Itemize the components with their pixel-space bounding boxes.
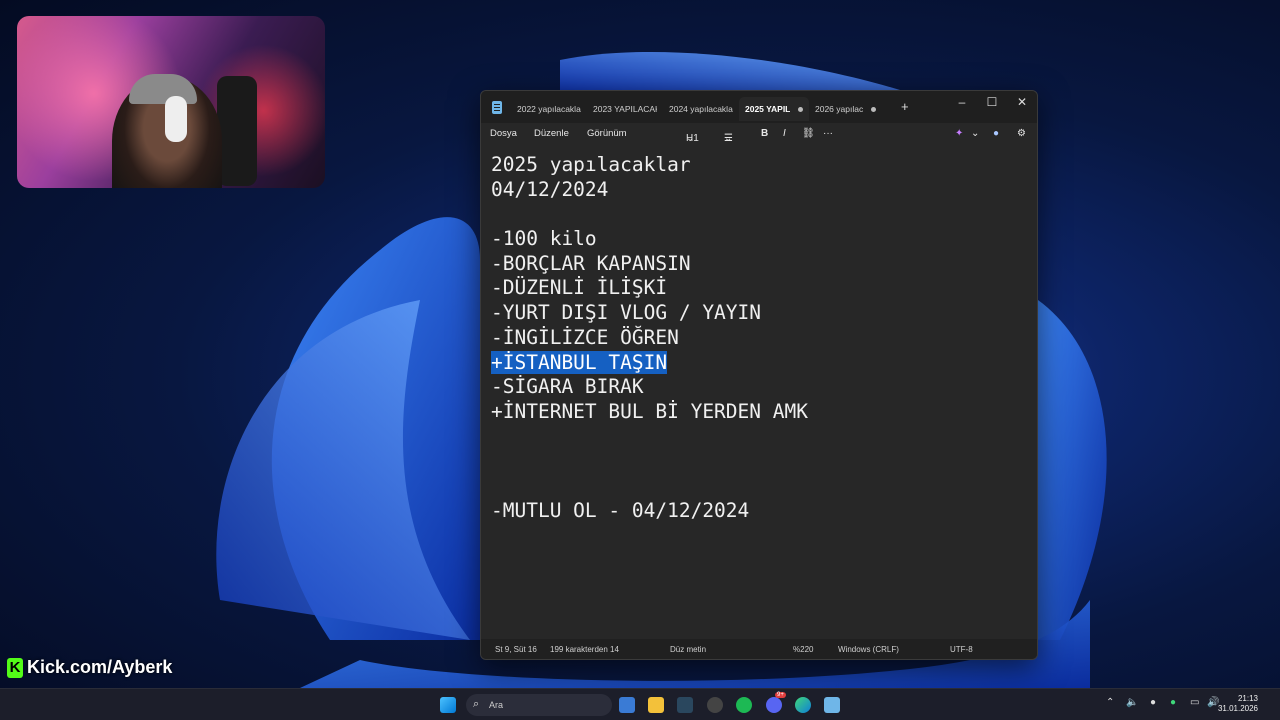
selected-text-line: +İSTANBUL TAŞIN (491, 350, 1029, 376)
text-line: -İNGİLİZCE ÖĞREN (491, 325, 679, 349)
search-placeholder: Ara (489, 700, 504, 710)
clock[interactable]: 21:13 31.01.2026 (1218, 694, 1258, 714)
discord-tray-icon[interactable]: ● (1150, 697, 1156, 708)
format-indicator[interactable]: Düz metin (670, 645, 706, 654)
network-icon[interactable]: ▭ (1190, 697, 1199, 708)
status-bar: St 9, Süt 16 199 karakterden 14 Düz meti… (481, 639, 1037, 659)
text-line (491, 202, 1029, 227)
text-editor[interactable]: 2025 yapılacaklar 04/12/2024 -100 kilo -… (481, 145, 1037, 633)
copilot-icon[interactable]: ✦ (955, 128, 963, 139)
menu-file[interactable]: Dosya (490, 128, 517, 139)
tab-label: 2025 YAPILA (745, 104, 790, 114)
new-tab-button[interactable]: + (901, 99, 909, 114)
chevron-down-icon: ⌄ (686, 133, 695, 144)
tab-label: 2022 yapılacaklar.t (517, 104, 581, 114)
file-explorer-icon[interactable] (648, 697, 664, 713)
discord-badge: 9+ (775, 692, 786, 698)
tab-label: 2024 yapılacaklar.t (669, 104, 733, 114)
kick-channel-text: Kick.com/Ayberk (27, 657, 173, 677)
text-line: -BORÇLAR KAPANSIN (491, 251, 691, 275)
notepad-taskbar-icon[interactable] (824, 697, 840, 713)
text-line: 2025 yapılacaklar (491, 153, 691, 176)
taskbar-search[interactable]: ⌕ Ara (466, 694, 612, 716)
text-line (491, 449, 1029, 474)
minimize-button[interactable]: – (947, 95, 977, 109)
unsaved-dot-icon (798, 106, 803, 112)
tab-2023[interactable]: 2023 YAPILACAKLA (587, 97, 663, 121)
text-line: -YURT DIŞI VLOG / YAYIN (491, 301, 762, 325)
text-line: -SİGARA BIRAK (491, 375, 644, 399)
webcam-overlay (17, 16, 325, 188)
streamer-cap (129, 74, 197, 104)
obs-icon[interactable] (707, 697, 723, 713)
title-bar[interactable]: 2022 yapılacaklar.t 2023 YAPILACAKLA 202… (481, 91, 1037, 123)
windows-start-icon[interactable] (440, 697, 456, 713)
tab-label: 2026 yapılac (815, 104, 864, 114)
text-selection: +İSTANBUL TAŞIN (491, 350, 668, 374)
zoom-level[interactable]: %220 (793, 645, 813, 654)
text-line (491, 474, 1029, 499)
tab-2026[interactable]: 2026 yapılac (809, 97, 885, 121)
maximize-button[interactable]: ☐ (977, 95, 1007, 109)
search-icon: ⌕ (473, 698, 480, 710)
gaming-chair (217, 76, 257, 186)
text-line: 04/12/2024 (491, 177, 609, 201)
spotify-icon[interactable] (736, 697, 752, 713)
text-line: +İNTERNET BUL Bİ YERDEN AMK (491, 399, 808, 423)
unsaved-dot-icon (871, 106, 877, 112)
taskbar: ⌕ Ara 9+ ⌃ 🔈 ● ● ▭ 🔊 21:13 31.01.2026 (0, 688, 1280, 720)
chevron-up-icon[interactable]: ⌃ (1106, 697, 1114, 708)
tab-2024[interactable]: 2024 yapılacaklar.t (663, 97, 739, 121)
clock-date: 31.01.2026 (1217, 704, 1258, 713)
settings-gear-icon[interactable]: ⚙ (1017, 128, 1026, 139)
text-line: -100 kilo (491, 227, 597, 251)
notepad-window: 2022 yapılacaklar.t 2023 YAPILACAKLA 202… (480, 90, 1038, 660)
character-count: 199 karakterden 14 (550, 645, 619, 654)
task-view-icon[interactable] (619, 697, 635, 713)
tab-label: 2023 YAPILACAKLA (593, 104, 657, 114)
headset (165, 96, 187, 142)
clock-time: 21:13 (1237, 694, 1258, 703)
discord-icon[interactable] (766, 697, 782, 713)
cursor-position: St 9, Süt 16 (495, 645, 537, 654)
text-line: -DÜZENLİ İLİŞKİ (491, 276, 668, 300)
kick-watermark: K Kick.com/Ayberk (7, 657, 172, 678)
steam-icon[interactable] (677, 697, 693, 713)
edge-icon[interactable] (795, 697, 811, 713)
line-ending[interactable]: Windows (CRLF) (838, 645, 899, 654)
bold-button[interactable]: B (761, 128, 768, 139)
more-button[interactable]: ··· (823, 128, 833, 139)
text-line (491, 425, 1029, 450)
notepad-icon (492, 101, 502, 114)
microphone-icon[interactable]: ● (1170, 697, 1176, 708)
chevron-down-icon: ⌄ (724, 133, 733, 144)
chevron-down-icon[interactable]: ⌄ (971, 128, 979, 139)
tab-strip: 2022 yapılacaklar.t 2023 YAPILACAKLA 202… (511, 97, 885, 123)
profile-icon[interactable]: ● (993, 128, 999, 139)
link-icon[interactable]: ⛓ (802, 128, 815, 139)
menu-view[interactable]: Görünüm (587, 128, 627, 139)
speaker-icon[interactable]: 🔈 (1126, 697, 1138, 708)
tab-2022[interactable]: 2022 yapılacaklar.t (511, 97, 587, 121)
encoding[interactable]: UTF-8 (950, 645, 973, 654)
text-line: -MUTLU OL - 04/12/2024 (491, 498, 750, 522)
menu-edit[interactable]: Düzenle (534, 128, 569, 139)
close-button[interactable]: ✕ (1007, 95, 1037, 109)
kick-logo-icon: K (7, 657, 23, 678)
menu-bar: Dosya Düzenle Görünüm H1 ⌄ ☰ ⌄ B I ⛓ ···… (481, 123, 1037, 145)
italic-button[interactable]: I (783, 128, 786, 139)
tab-2025[interactable]: 2025 YAPILA (739, 97, 809, 121)
